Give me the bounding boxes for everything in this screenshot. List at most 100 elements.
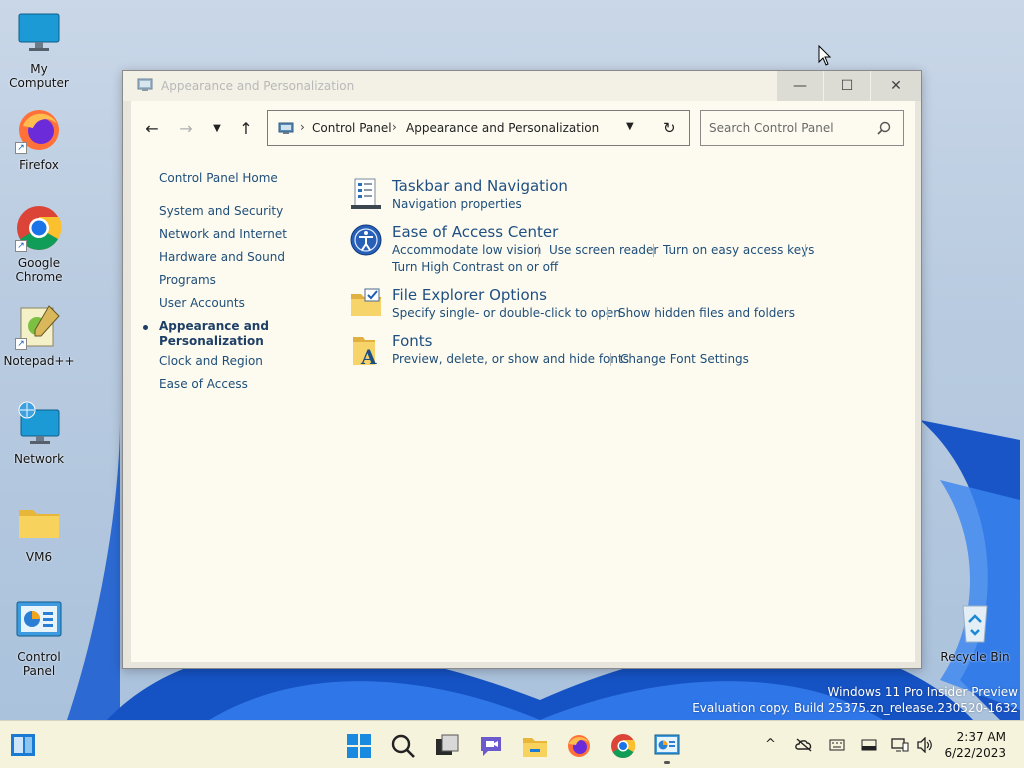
desktop-icon-label: My Computer: [9, 62, 69, 90]
desktop-icon-label: Network: [13, 452, 65, 466]
control-panel-window[interactable]: Appearance and Personalization — ☐ ✕ ← →…: [122, 70, 922, 669]
current-item-bullet-icon: [143, 325, 148, 330]
nav-appearance-and-personalization: Appearance and Personalization: [159, 319, 269, 348]
recent-locations-button[interactable]: ▼: [206, 117, 228, 139]
teams-chat-icon[interactable]: [478, 733, 504, 759]
desktop-icon-notepadpp[interactable]: ↗ Notepad++: [0, 302, 78, 368]
watermark-line-2: Evaluation copy. Build 25375.zn_release.…: [692, 701, 1018, 715]
window-title: Appearance and Personalization: [161, 79, 355, 93]
desktop-icon-label: Recycle Bin: [940, 650, 1010, 664]
category-fonts[interactable]: Fonts: [392, 332, 432, 350]
nav-programs[interactable]: Programs: [159, 273, 216, 288]
desktop-icon-label: Control Panel: [17, 650, 61, 678]
category-file-explorer-options[interactable]: File Explorer Options: [392, 286, 547, 304]
desktop-icon-firefox[interactable]: ↗ Firefox: [0, 106, 78, 172]
link-change-font-settings[interactable]: Change Font Settings: [620, 352, 749, 366]
minimize-button[interactable]: —: [777, 71, 823, 101]
desktop-icon-vm6[interactable]: VM6: [0, 498, 78, 564]
file-explorer-icon[interactable]: [522, 733, 548, 759]
clock-date: 6/22/2023: [944, 746, 1006, 760]
desktop-icon-recycle-bin[interactable]: Recycle Bin: [936, 598, 1014, 664]
link-single-double-click[interactable]: Specify single- or double-click to open: [392, 306, 621, 320]
link-show-hidden-files[interactable]: Show hidden files and folders: [618, 306, 795, 320]
desktop-icon-label: Google Chrome: [15, 256, 63, 284]
link-turn-on-easy-access-keys[interactable]: Turn on easy access keys: [663, 243, 814, 257]
link-separator: [607, 307, 608, 320]
link-separator: [805, 244, 806, 257]
nav-control-panel-home[interactable]: Control Panel Home: [159, 171, 278, 186]
nav-system-and-security[interactable]: System and Security: [159, 204, 283, 219]
up-button[interactable]: ↑: [235, 117, 257, 139]
window-frame-left: [123, 101, 131, 668]
arrow-right-icon: →: [179, 118, 193, 138]
refresh-icon[interactable]: ↻: [663, 119, 676, 137]
nav-hardware-and-sound[interactable]: Hardware and Sound: [159, 250, 285, 265]
desktop-icon-network[interactable]: Network: [0, 400, 78, 466]
search-icon[interactable]: [390, 733, 416, 759]
arrow-left-icon: ←: [145, 118, 159, 138]
nav-ease-of-access[interactable]: Ease of Access: [159, 377, 248, 392]
volume-icon[interactable]: [916, 737, 934, 753]
window-frame-bottom: [123, 662, 921, 668]
address-bar[interactable]: › Control Panel › Appearance and Persona…: [267, 110, 690, 146]
desktop-icon-control-panel[interactable]: Control Panel: [0, 598, 78, 678]
link-use-screen-reader[interactable]: Use screen reader: [549, 243, 658, 257]
link-preview-delete-fonts[interactable]: Preview, delete, or show and hide fonts: [392, 352, 629, 366]
firefox-icon: ↗: [15, 106, 63, 154]
control-panel-icon[interactable]: [654, 733, 680, 759]
breadcrumb-separator-icon: ›: [392, 120, 397, 134]
category-ease-of-access-center[interactable]: Ease of Access Center: [392, 223, 558, 241]
shortcut-arrow-icon: ↗: [15, 142, 27, 154]
fonts-icon: A: [353, 337, 377, 367]
network-status-icon[interactable]: [891, 737, 909, 753]
onedrive-offline-icon[interactable]: [795, 737, 813, 753]
widgets-icon[interactable]: [10, 733, 36, 757]
evaluation-watermark: Windows 11 Pro Insider Preview Evaluatio…: [692, 684, 1018, 716]
desktop-icon-label: Notepad++: [3, 354, 75, 368]
breadcrumb-appearance[interactable]: Appearance and Personalization: [406, 121, 599, 135]
maximize-icon: ☐: [840, 78, 854, 94]
keyboard-icon[interactable]: [829, 739, 845, 751]
ease-of-access-icon: [350, 224, 382, 256]
close-button[interactable]: ✕: [871, 71, 921, 101]
desktop-icon-google-chrome[interactable]: ↗ Google Chrome: [0, 204, 78, 284]
address-dropdown-icon[interactable]: ▼: [626, 121, 634, 132]
window-frame-right: [915, 101, 921, 668]
show-hidden-icons-icon[interactable]: ^: [765, 737, 776, 752]
link-navigation-properties[interactable]: Navigation properties: [392, 197, 522, 211]
notepadpp-icon: ↗: [15, 302, 63, 350]
shortcut-arrow-icon: ↗: [15, 240, 27, 252]
control-panel-small-icon: [278, 122, 294, 134]
network-icon: [15, 400, 63, 448]
back-button[interactable]: ←: [141, 117, 163, 139]
nav-clock-and-region[interactable]: Clock and Region: [159, 354, 263, 369]
close-icon: ✕: [890, 78, 902, 94]
search-box[interactable]: [700, 110, 904, 146]
category-taskbar-and-navigation[interactable]: Taskbar and Navigation: [392, 177, 568, 195]
link-accommodate-low-vision[interactable]: Accommodate low vision: [392, 243, 541, 257]
chrome-icon[interactable]: [610, 733, 636, 759]
desktop-icon-label: Firefox: [19, 158, 59, 172]
chevron-down-icon: ▼: [213, 122, 221, 134]
desktop-icon-my-computer[interactable]: My Computer: [0, 10, 78, 90]
nav-network-and-internet[interactable]: Network and Internet: [159, 227, 287, 242]
search-icon[interactable]: [877, 121, 891, 135]
file-explorer-options-icon: [351, 288, 381, 316]
display-icon[interactable]: [861, 739, 877, 751]
forward-button[interactable]: →: [175, 117, 197, 139]
nav-user-accounts[interactable]: User Accounts: [159, 296, 245, 311]
link-separator: [653, 244, 654, 257]
task-view-icon[interactable]: [434, 733, 460, 759]
system-clock[interactable]: 2:37 AM 6/22/2023: [944, 729, 1006, 761]
breadcrumb-separator-icon: ›: [300, 120, 305, 134]
start-icon[interactable]: [346, 733, 372, 759]
arrow-up-icon: ↑: [239, 118, 253, 138]
firefox-icon[interactable]: [566, 733, 592, 759]
title-bar[interactable]: Appearance and Personalization — ☐ ✕: [123, 71, 921, 101]
monitor-icon: [15, 10, 63, 58]
search-input[interactable]: [709, 120, 869, 136]
link-turn-high-contrast[interactable]: Turn High Contrast on or off: [392, 260, 558, 274]
breadcrumb-control-panel[interactable]: Control Panel: [312, 121, 392, 135]
maximize-button[interactable]: ☐: [824, 71, 870, 101]
minimize-icon: —: [793, 78, 807, 94]
